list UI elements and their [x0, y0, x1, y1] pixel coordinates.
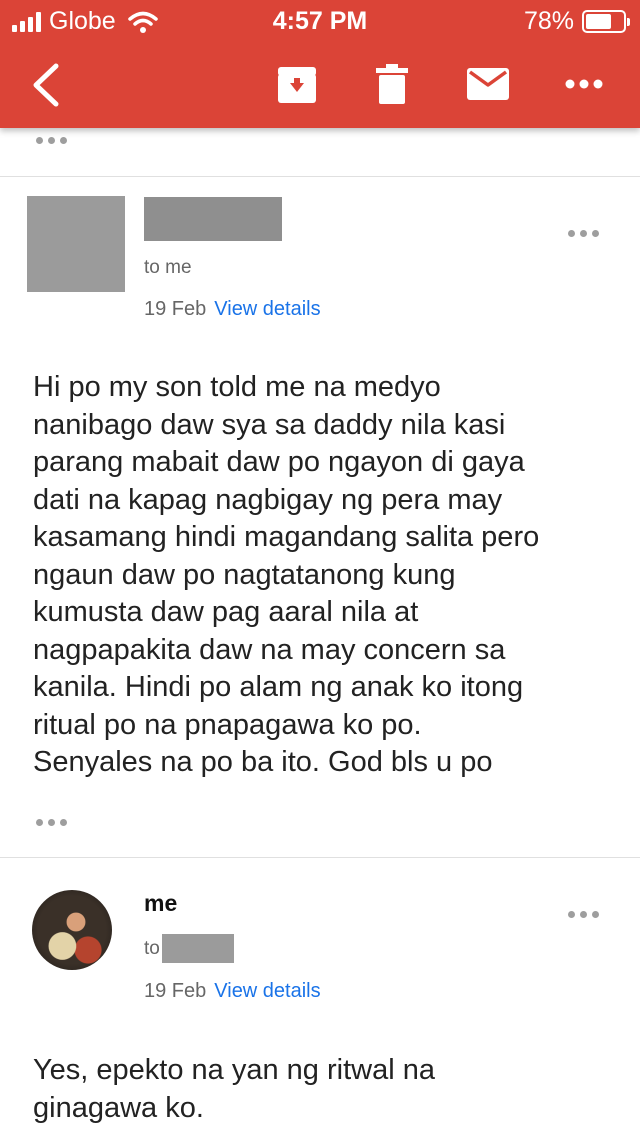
message-body-line: parang mabait daw po ngayon di gaya [33, 446, 525, 478]
message-body-line: ritual po na pnapagawa ko po. [33, 708, 422, 741]
avatar[interactable] [32, 890, 112, 970]
message-body-line: ginagawa ko. [33, 1091, 204, 1124]
message-body-line: ngaun daw po nagtatanong kung [33, 558, 456, 591]
battery-percent: 78% [523, 7, 574, 35]
battery-icon [582, 10, 630, 33]
archive-icon [278, 67, 316, 103]
message-body-line: nanibago daw sya sa daddy nila kasi [33, 408, 506, 441]
more-options-button[interactable] [564, 76, 604, 92]
message-body-line: Senyales na po ba ito. God bls u po [33, 746, 493, 778]
show-trimmed-content-button[interactable] [36, 819, 67, 826]
message-date: 19 Feb [144, 980, 207, 1002]
message-body-line: Yes, epekto na yan ng ritwal na [33, 1054, 435, 1086]
back-button[interactable] [30, 62, 66, 108]
message-body-line: nagpapakita daw na may concern sa [33, 633, 506, 666]
divider [0, 857, 640, 858]
trash-icon [376, 64, 408, 104]
back-arrow-icon [33, 63, 59, 107]
collapsed-messages-indicator[interactable] [36, 137, 67, 144]
archive-button[interactable] [277, 66, 317, 104]
message-date-row: 19 Feb View details [144, 298, 321, 321]
message-date-row: 19 Feb View details [144, 980, 321, 1003]
message-body-line: dati na kapag nagbigay ng pera may [33, 483, 503, 516]
message-date: 19 Feb [144, 298, 207, 320]
recipient-line[interactable]: to [144, 934, 234, 964]
recipient-line[interactable]: to me [144, 257, 192, 279]
message-body-line: kasamang hindi magandang salita pero [33, 521, 540, 553]
divider [0, 176, 640, 177]
message-more-button[interactable] [568, 911, 599, 918]
recipient-prefix: to [144, 938, 160, 959]
message-body-line: kumusta daw pag aaral nila at [33, 596, 419, 628]
sender-name: me [144, 890, 178, 916]
more-icon [565, 79, 603, 89]
app-header: Globe 4:57 PM 78% [0, 0, 640, 128]
status-bar: Globe 4:57 PM 78% [0, 0, 640, 42]
sender-avatar-redacted [27, 196, 125, 292]
message-body-line: kanila. Hindi po alam ng anak ko itong [33, 671, 524, 703]
sender-name-redacted [144, 197, 282, 241]
message-body-line: Hi po my son told me na medyo [33, 371, 441, 403]
mail-icon [467, 68, 509, 100]
view-details-link[interactable]: View details [214, 980, 320, 1002]
message-body: Yes, epekto na yan ng ritwal na ginagawa … [33, 1052, 623, 1127]
message-more-button[interactable] [568, 230, 599, 237]
mark-unread-button[interactable] [467, 68, 509, 100]
view-details-link[interactable]: View details [214, 298, 320, 320]
message-body: Hi po my son told me na medyo nanibago da… [33, 369, 623, 782]
recipient-redacted [161, 934, 234, 964]
delete-button[interactable] [375, 64, 409, 104]
